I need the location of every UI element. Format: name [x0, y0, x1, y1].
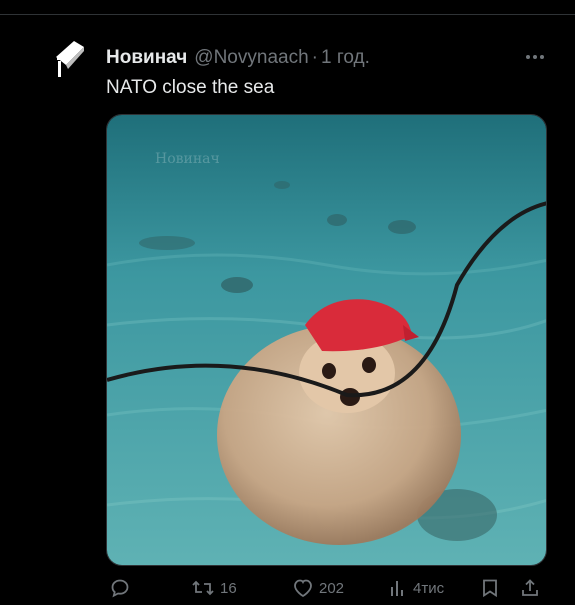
- header-separator: ·: [311, 47, 318, 68]
- retweet-button[interactable]: 16: [191, 578, 237, 598]
- heart-icon: [294, 579, 312, 598]
- more-icon: [526, 55, 544, 59]
- reply-icon: [111, 579, 129, 598]
- tweet-media-image[interactable]: Новинач: [106, 114, 547, 566]
- reply-button[interactable]: [110, 578, 130, 598]
- stingray-meme-image: [107, 115, 546, 565]
- views-button[interactable]: 4тис: [388, 578, 444, 598]
- retweet-icon: [192, 580, 214, 596]
- avatar-logo-icon: [56, 41, 84, 77]
- tweet-header: Новинач @Novynaach · 1 год.: [106, 47, 545, 69]
- share-button[interactable]: [520, 578, 540, 598]
- share-icon: [522, 579, 538, 596]
- like-button[interactable]: 202: [292, 578, 344, 598]
- bookmark-icon: [483, 579, 497, 598]
- views-icon: [391, 581, 403, 596]
- tweet-actions: 16 202 4тис: [106, 575, 547, 605]
- tweet-text: NATO close the sea: [106, 77, 275, 98]
- views-count: 4тис: [413, 579, 445, 597]
- media-watermark: Новинач: [155, 151, 220, 167]
- author-name[interactable]: Новинач: [106, 47, 187, 69]
- tweet[interactable]: Новинач @Novynaach · 1 год. NATO close t…: [0, 15, 575, 600]
- like-count: 202: [319, 579, 345, 597]
- more-options-button[interactable]: [525, 49, 545, 59]
- author-handle[interactable]: @Novynaach: [194, 47, 308, 69]
- avatar[interactable]: [48, 35, 92, 79]
- retweet-count: 16: [220, 579, 237, 597]
- bookmark-button[interactable]: [480, 578, 500, 598]
- tweet-time[interactable]: 1 год.: [321, 47, 370, 69]
